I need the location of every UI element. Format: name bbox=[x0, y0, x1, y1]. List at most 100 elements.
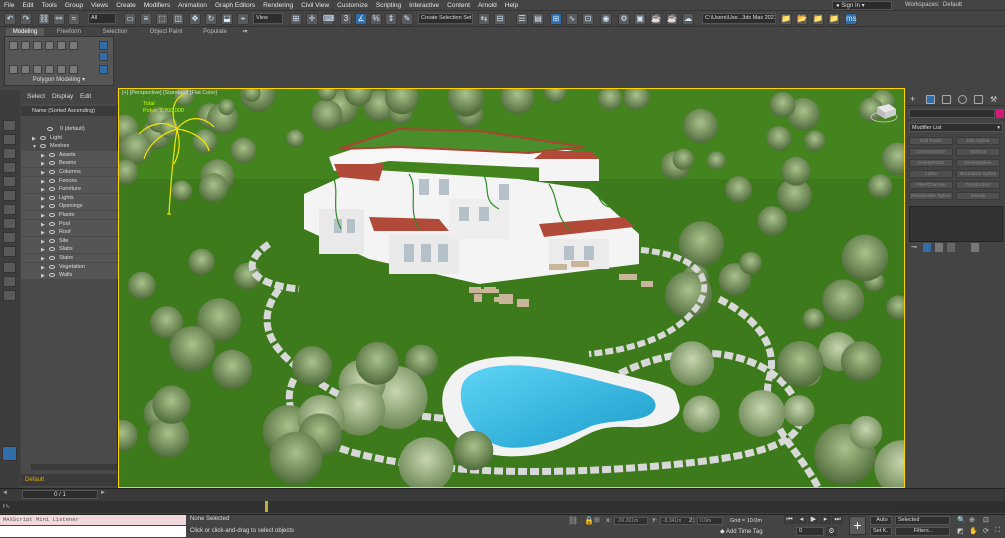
display-cameras-icon[interactable] bbox=[3, 176, 16, 187]
menu-content[interactable]: Content bbox=[443, 0, 474, 11]
menu-views[interactable]: Views bbox=[87, 0, 112, 11]
next-frame-icon[interactable]: ▸ bbox=[820, 515, 831, 524]
modifier-button[interactable]: CrossSection bbox=[909, 148, 953, 156]
object-color-swatch[interactable] bbox=[996, 109, 1004, 118]
sign-in-dropdown[interactable]: ● Sign In ▾ bbox=[832, 1, 892, 10]
menu-modifiers[interactable]: Modifiers bbox=[140, 0, 174, 11]
modifier-button[interactable]: Fillet/Chamfer bbox=[909, 181, 953, 189]
go-to-end-icon[interactable]: ⏭ bbox=[832, 515, 843, 524]
menu-customize[interactable]: Customize bbox=[333, 0, 372, 11]
bind-space-warp-icon[interactable]: ≈ bbox=[68, 13, 80, 25]
maxscript-input[interactable] bbox=[0, 526, 186, 537]
ribbon-tool-icon[interactable] bbox=[99, 41, 108, 50]
modifier-button[interactable]: Normalize Spline bbox=[956, 170, 1000, 178]
menu-edit[interactable]: Edit bbox=[80, 93, 91, 100]
current-layer[interactable]: Default bbox=[21, 474, 118, 486]
visibility-eye-icon[interactable] bbox=[49, 273, 55, 278]
modifier-button[interactable]: DeleteSpline bbox=[956, 159, 1000, 167]
scene-tree-item[interactable]: ▶ Assets bbox=[21, 150, 118, 159]
previous-frame-icon[interactable]: ◂ bbox=[796, 515, 807, 524]
scene-tree-item[interactable]: ▶ Walls bbox=[21, 271, 118, 280]
menu-create[interactable]: Create bbox=[112, 0, 140, 11]
add-time-tag[interactable]: ◆ Add Time Tag bbox=[720, 528, 763, 535]
toggle-ribbon-icon[interactable]: ▤ bbox=[532, 13, 544, 25]
render-setup-icon[interactable]: ⚙ bbox=[618, 13, 630, 25]
keyboard-shortcut-icon[interactable]: ⌨ bbox=[322, 13, 335, 25]
display-shapes-icon[interactable] bbox=[3, 148, 16, 159]
named-selection-set-dropdown[interactable]: Create Selection Set bbox=[418, 13, 473, 24]
scene-tree-item[interactable]: ▶ Openings bbox=[21, 202, 118, 211]
selection-lock-icon[interactable]: 🔒 bbox=[584, 516, 594, 525]
layer-toggle-icon[interactable] bbox=[2, 446, 17, 461]
pan-icon[interactable]: ✋ bbox=[969, 527, 978, 535]
modifier-button[interactable]: DeletePatch bbox=[909, 159, 953, 167]
visibility-eye-icon[interactable] bbox=[49, 238, 55, 243]
collapse-arrow-icon[interactable]: ◄ bbox=[2, 490, 16, 499]
expand-arrow-icon[interactable]: ▶ bbox=[41, 272, 45, 280]
visibility-eye-icon[interactable] bbox=[49, 170, 55, 174]
modifier-button[interactable]: Sweep bbox=[956, 192, 1000, 200]
ribbon-tool-icon[interactable] bbox=[33, 41, 42, 50]
scene-tree-item[interactable]: ▶ Stairs bbox=[21, 254, 118, 262]
field-of-view-icon[interactable]: ◩ bbox=[957, 527, 964, 535]
ribbon-tool-icon[interactable] bbox=[57, 41, 66, 50]
menu-scripting[interactable]: Scripting bbox=[372, 0, 405, 11]
time-slider-marker[interactable] bbox=[265, 501, 268, 512]
scene-tree-item[interactable]: ▶ Vegetation bbox=[21, 262, 118, 271]
visibility-eye-icon[interactable] bbox=[49, 247, 55, 252]
orbit-icon[interactable]: ⟳ bbox=[983, 527, 989, 535]
ribbon-tool-icon[interactable] bbox=[69, 65, 78, 74]
polygon-modeling-label[interactable]: Polygon Modeling ▾ bbox=[4, 75, 114, 85]
tab-populate[interactable]: Populate bbox=[196, 28, 234, 36]
visibility-eye-icon[interactable] bbox=[49, 195, 55, 200]
ribbon-tool-icon[interactable] bbox=[45, 65, 54, 74]
display-helpers-icon[interactable] bbox=[3, 190, 16, 201]
modifier-button[interactable]: Renderable Spline bbox=[909, 192, 953, 200]
menu-rendering[interactable]: Rendering bbox=[259, 0, 297, 11]
menu-file[interactable]: File bbox=[0, 0, 18, 11]
scene-tree-item[interactable]: 0 (default) bbox=[21, 125, 118, 133]
set-key-icon[interactable]: + bbox=[849, 516, 866, 535]
display-xrefs-icon[interactable] bbox=[3, 232, 16, 243]
scale-icon[interactable]: ⬓ bbox=[221, 13, 233, 25]
play-icon[interactable]: ▶ bbox=[808, 515, 819, 524]
tab-modeling[interactable]: Modeling bbox=[6, 28, 44, 36]
rotate-icon[interactable]: ↻ bbox=[205, 13, 217, 25]
rectangular-selection-icon[interactable]: ⬚ bbox=[156, 13, 168, 25]
scene-tree-item[interactable]: ▶ Site bbox=[21, 236, 118, 245]
edit-named-selection-icon[interactable]: ✎ bbox=[401, 13, 413, 25]
menu-select[interactable]: Select bbox=[27, 93, 45, 100]
auto-key-button[interactable]: Auto bbox=[870, 516, 892, 525]
current-frame-field[interactable]: 0 bbox=[796, 527, 824, 536]
render-iterative-icon[interactable]: ☕ bbox=[666, 13, 678, 25]
visibility-eye-icon[interactable] bbox=[49, 213, 55, 217]
scene-tree-item[interactable]: ▶ Plants bbox=[21, 211, 118, 219]
ribbon-tool-icon[interactable] bbox=[69, 41, 78, 50]
set-key-button[interactable]: Set K. bbox=[870, 527, 892, 536]
configure-modifier-sets-icon[interactable] bbox=[971, 243, 979, 252]
reference-coordinate-dropdown[interactable]: View bbox=[253, 13, 283, 24]
key-filter-dropdown[interactable]: Selected bbox=[895, 516, 950, 525]
show-end-result-icon[interactable] bbox=[923, 243, 931, 252]
isolate-selection-icon[interactable]: ⛓ bbox=[568, 516, 578, 525]
modifier-button[interactable]: Edit Patch bbox=[909, 137, 953, 145]
material-editor-icon[interactable]: ◉ bbox=[600, 13, 612, 25]
go-to-start-icon[interactable]: ⏮ bbox=[784, 515, 795, 524]
display-none-icon[interactable] bbox=[3, 120, 16, 131]
snap-toggle-icon[interactable]: 3 bbox=[340, 13, 352, 25]
ribbon-tool-icon[interactable] bbox=[9, 65, 18, 74]
pivot-icon[interactable]: ⊞ bbox=[290, 13, 302, 25]
make-unique-icon[interactable] bbox=[935, 243, 943, 252]
spinner-snap-icon[interactable]: ⇕ bbox=[385, 13, 397, 25]
select-object-icon[interactable]: ▭ bbox=[124, 13, 136, 25]
modify-tab-icon[interactable] bbox=[926, 95, 935, 104]
modifier-button[interactable]: Lathe bbox=[909, 170, 953, 178]
hierarchy-tab-icon[interactable] bbox=[942, 95, 951, 104]
next-frame-arrow-icon[interactable]: ► bbox=[100, 490, 110, 499]
motion-tab-icon[interactable] bbox=[958, 95, 967, 104]
save-folder-icon[interactable]: 📂 bbox=[796, 13, 808, 25]
tab-freeform[interactable]: Freeform bbox=[50, 28, 88, 36]
ribbon-tool-icon[interactable] bbox=[21, 65, 30, 74]
align-icon[interactable]: ⊟ bbox=[494, 13, 506, 25]
viewport-label[interactable]: [+] [Perspective] [Standard] [Flat Color… bbox=[122, 90, 217, 96]
